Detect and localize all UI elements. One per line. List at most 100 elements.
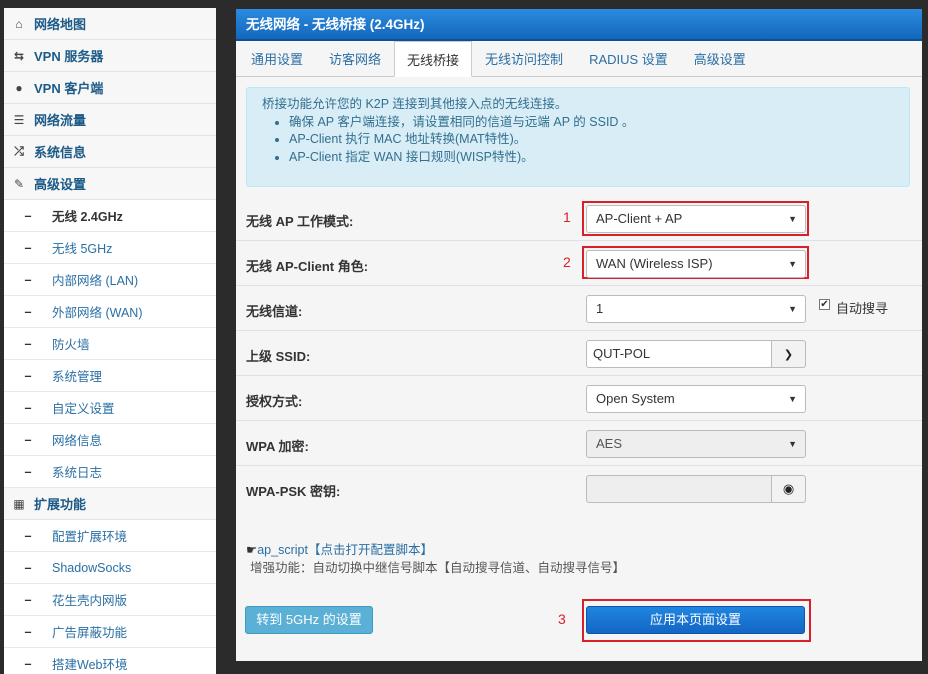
eye-slash-icon: ◉: [782, 481, 795, 496]
script-link[interactable]: ☛ap_script【点击打开配置脚本】: [246, 539, 433, 558]
home-icon: ⌂: [15, 16, 23, 31]
row-ap-mode: 无线 AP 工作模式: 1 AP-Client + AP ▼: [236, 196, 922, 241]
sidebar-subitem[interactable]: – 搭建Web环境: [4, 648, 216, 674]
sidebar-item[interactable]: ⇆ VPN 服务器: [4, 40, 216, 72]
row-auth: 授权方式: Open System ▼: [236, 376, 922, 421]
sidebar-item[interactable]: ✎ 高级设置: [4, 168, 216, 200]
psk-label: WPA-PSK 密钥:: [246, 484, 341, 499]
script-link-name: ap_script: [257, 543, 308, 557]
psk-input[interactable]: [586, 475, 772, 503]
dash-icon: –: [24, 560, 32, 575]
tab[interactable]: RADIUS 设置: [576, 41, 681, 76]
wpa-select[interactable]: AES ▼: [586, 430, 806, 458]
apply-button[interactable]: 应用本页面设置: [586, 606, 805, 634]
sidebar-item-label: VPN 客户端: [34, 81, 104, 96]
tab[interactable]: 无线桥接: [394, 41, 473, 77]
dash-icon: –: [24, 656, 32, 671]
sidebar-item-label: 配置扩展环境: [52, 530, 128, 544]
sidebar-subitem[interactable]: – 配置扩展环境: [4, 520, 216, 552]
sidebar-item-label: 系统日志: [52, 466, 103, 480]
dash-icon: –: [24, 240, 32, 255]
client-role-label: 无线 AP-Client 角色:: [246, 259, 369, 274]
info-bullet: AP-Client 指定 WAN 接口规则(WISP特性)。: [289, 149, 909, 167]
sidebar-subitem[interactable]: – 外部网络 (WAN): [4, 296, 216, 328]
sidebar-subitem[interactable]: – 防火墙: [4, 328, 216, 360]
sidebar-item-label: 无线 5GHz: [52, 242, 113, 256]
sidebar-item-label: 网络地图: [34, 17, 87, 32]
dash-icon: –: [24, 624, 32, 639]
client-role-select[interactable]: WAN (Wireless ISP) ▼: [586, 250, 806, 278]
tab[interactable]: 通用设置: [238, 41, 316, 76]
ap-mode-value: AP-Client + AP: [596, 211, 683, 226]
auth-select[interactable]: Open System ▼: [586, 385, 806, 413]
sidebar-item-label: 无线 2.4GHz: [52, 210, 123, 224]
sidebar-subitem[interactable]: – 广告屏蔽功能: [4, 616, 216, 648]
sidebar-item-label: 高级设置: [34, 177, 87, 192]
script-description: 增强功能：自动切换中继信号脚本【自动搜寻信道、自动搜寻信号】: [250, 561, 626, 575]
toggle-visibility-button[interactable]: ◉: [771, 475, 806, 503]
sidebar-subitem[interactable]: – 内部网络 (LAN): [4, 264, 216, 296]
marker-1: 1: [563, 209, 571, 225]
dash-icon: –: [24, 208, 32, 223]
panel-title: 无线网络 - 无线桥接 (2.4GHz): [236, 9, 922, 41]
sidebar: ⌂ 网络地图 ⇆ VPN 服务器 ● VPN 客户端 ☰ 网络流量 ⤮ 系统信息 ✎ 高级设置 – 无线 …: [4, 8, 216, 674]
exchange-icon: ⇆: [13, 48, 25, 63]
sidebar-item[interactable]: ☰ 网络流量: [4, 104, 216, 136]
tab-bar: 通用设置 访客网络 无线桥接 无线访问控制 RADIUS 设置 高级设置: [236, 41, 922, 77]
ap-mode-select[interactable]: AP-Client + AP ▼: [586, 205, 806, 233]
grid-icon: ▦: [13, 496, 25, 511]
sidebar-item-label: 外部网络 (WAN): [52, 306, 143, 320]
sidebar-item[interactable]: ● VPN 客户端: [4, 72, 216, 104]
sidebar-subitem[interactable]: – 系统日志: [4, 456, 216, 488]
auto-scan-checkbox[interactable]: ✔: [819, 299, 830, 310]
info-bullet: AP-Client 执行 MAC 地址转换(MAT特性)。: [289, 131, 909, 149]
channel-label: 无线信道:: [246, 304, 303, 319]
marker-3: 3: [558, 611, 566, 627]
tab[interactable]: 高级设置: [681, 41, 759, 76]
sidebar-item[interactable]: ▦ 扩展功能: [4, 488, 216, 520]
sidebar-item-label: VPN 服务器: [34, 49, 104, 64]
sidebar-subitem[interactable]: – 网络信息: [4, 424, 216, 456]
auth-value: Open System: [596, 391, 675, 406]
sidebar-subitem[interactable]: – 花生壳内网版: [4, 584, 216, 616]
goto-5ghz-button[interactable]: 转到 5GHz 的设置: [245, 606, 373, 634]
info-bullet: 确保 AP 客户端连接，请设置相同的信道与远端 AP 的 SSID 。: [289, 114, 909, 132]
sidebar-subitem[interactable]: – 无线 2.4GHz: [4, 200, 216, 232]
dash-icon: –: [24, 304, 32, 319]
channel-value: 1: [596, 301, 604, 316]
main-panel: 无线网络 - 无线桥接 (2.4GHz) 通用设置 访客网络 无线桥接 无线访问控制 R…: [236, 9, 922, 661]
sidebar-item-label: ShadowSocks: [52, 560, 132, 575]
tab[interactable]: 访客网络: [316, 41, 394, 76]
row-psk: WPA-PSK 密钥: ◉: [236, 466, 922, 511]
shuffle-icon: ⤮: [14, 144, 24, 158]
sidebar-item-label: 广告屏蔽功能: [52, 626, 128, 640]
sidebar-subitem[interactable]: – 自定义设置: [4, 392, 216, 424]
caret-down-icon: ▼: [788, 214, 797, 224]
sidebar-item-label: 网络信息: [52, 434, 103, 448]
sidebar-item-label: 防火墙: [52, 338, 90, 352]
wpa-label: WPA 加密:: [246, 439, 309, 454]
sidebar-item-label: 花生壳内网版: [52, 594, 128, 608]
caret-down-icon: ▼: [788, 259, 797, 269]
dash-icon: –: [24, 432, 32, 447]
sidebar-item-label: 系统管理: [52, 370, 103, 384]
dash-icon: –: [24, 368, 32, 383]
chevron-down-icon: ❯: [783, 348, 794, 361]
tab[interactable]: 无线访问控制: [472, 41, 576, 76]
caret-down-icon: ▼: [788, 439, 797, 449]
ssid-dropdown-button[interactable]: ❯: [771, 340, 806, 368]
caret-down-icon: ▼: [788, 304, 797, 314]
sidebar-item[interactable]: ⌂ 网络地图: [4, 8, 216, 40]
wpa-value: AES: [596, 436, 623, 451]
ssid-input[interactable]: QUT-POL: [586, 340, 772, 368]
sidebar-subitem[interactable]: – ShadowSocks: [4, 552, 216, 584]
sidebar-item[interactable]: ⤮ 系统信息: [4, 136, 216, 168]
client-role-value: WAN (Wireless ISP): [596, 256, 713, 271]
sidebar-item-label: 搭建Web环境: [52, 658, 128, 672]
sidebar-item-label: 网络流量: [34, 113, 87, 128]
dash-icon: –: [24, 592, 32, 607]
channel-select[interactable]: 1 ▼: [586, 295, 806, 323]
ap-mode-label: 无线 AP 工作模式:: [246, 214, 354, 229]
sidebar-subitem[interactable]: – 系统管理: [4, 360, 216, 392]
sidebar-subitem[interactable]: – 无线 5GHz: [4, 232, 216, 264]
